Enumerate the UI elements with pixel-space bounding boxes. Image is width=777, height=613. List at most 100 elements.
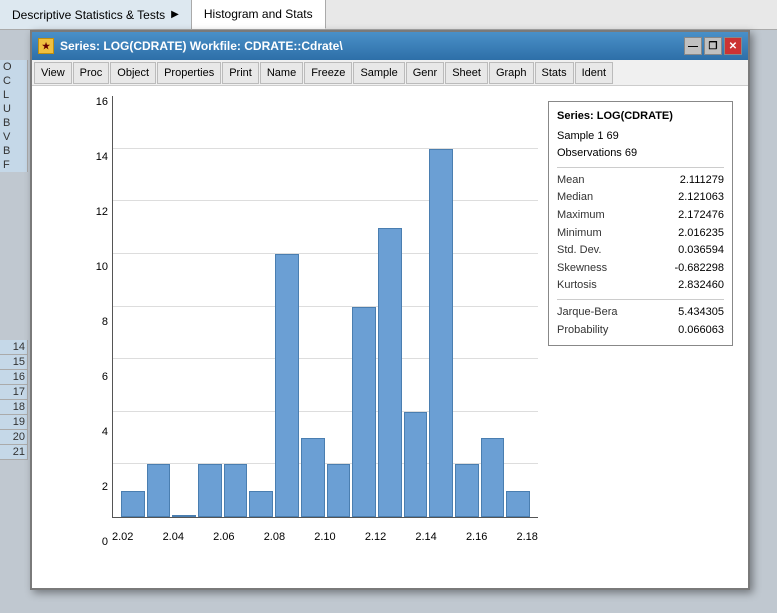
stats-value-mean: 2.111279 [680,172,724,190]
toolbar-ident[interactable]: Ident [575,62,613,84]
stats-value-maximum: 2.172476 [678,207,724,225]
x-label-4: 2.10 [314,531,335,543]
bar-14 [481,438,505,517]
bg-item-b2: B [0,144,27,158]
bar-15 [506,491,530,517]
bar-4 [224,464,248,517]
bar-7 [301,438,325,517]
y-label-14: 14 [96,151,108,163]
y-axis: 0 2 4 6 8 10 12 14 16 [77,96,112,548]
toolbar-properties[interactable]: Properties [157,62,221,84]
stats-label-median: Median [557,189,593,207]
stats-row-mean: Mean 2.111279 [557,172,724,190]
window-title: Series: LOG(CDRATE) Workfile: CDRATE::Cd… [60,39,678,53]
stats-sample-label: Sample 1 69 [557,128,724,146]
x-label-6: 2.14 [415,531,436,543]
toolbar-sheet[interactable]: Sheet [445,62,488,84]
row-num-17: 17 [0,385,27,400]
top-menu-bar: Descriptive Statistics & Tests ▶ Histogr… [0,0,777,30]
bar-1 [147,464,171,517]
stats-value-median: 2.121063 [678,189,724,207]
y-label-8: 8 [102,316,108,328]
stats-row-median: Median 2.121063 [557,189,724,207]
toolbar-print[interactable]: Print [222,62,259,84]
x-label-5: 2.12 [365,531,386,543]
row-num-14: 14 [0,340,27,355]
stats-label-minimum: Minimum [557,225,602,243]
stats-value-skewness: -0.682298 [674,260,724,278]
stats-label-stddev: Std. Dev. [557,242,601,260]
row-num-15: 15 [0,355,27,370]
minimize-button[interactable]: — [684,37,702,55]
stats-value-minimum: 2.016235 [678,225,724,243]
stats-row-stddev: Std. Dev. 0.036594 [557,242,724,260]
stats-row-kurtosis: Kurtosis 2.832460 [557,277,724,295]
stats-label-mean: Mean [557,172,585,190]
bars-container [113,96,538,517]
y-label-16: 16 [96,96,108,108]
y-label-0: 0 [102,536,108,548]
x-axis: 2.02 2.04 2.06 2.08 2.10 2.12 2.14 2.16 … [112,531,538,543]
stats-value-kurtosis: 2.832460 [678,277,724,295]
row-num-20: 20 [0,430,27,445]
row-num-18: 18 [0,400,27,415]
x-label-7: 2.16 [466,531,487,543]
y-label-12: 12 [96,206,108,218]
stats-divider-1 [557,167,724,168]
close-button[interactable]: ✕ [724,37,742,55]
y-label-6: 6 [102,371,108,383]
stats-label-maximum: Maximum [557,207,605,225]
toolbar-freeze[interactable]: Freeze [304,62,352,84]
window-titlebar: ★ Series: LOG(CDRATE) Workfile: CDRATE::… [32,32,748,60]
stats-row-maximum: Maximum 2.172476 [557,207,724,225]
stats-divider-2 [557,299,724,300]
toolbar-object[interactable]: Object [110,62,156,84]
stats-row-minimum: Minimum 2.016235 [557,225,724,243]
toolbar-genr[interactable]: Genr [406,62,444,84]
bar-9 [352,307,376,518]
toolbar-proc[interactable]: Proc [73,62,110,84]
bg-item-f: F [0,158,27,172]
bar-8 [327,464,351,517]
bar-12 [429,149,453,517]
row-num-19: 19 [0,415,27,430]
bg-item-l: L [0,88,27,102]
restore-button[interactable]: ❐ [704,37,722,55]
toolbar-view[interactable]: View [34,62,72,84]
stats-value-stddev: 0.036594 [678,242,724,260]
menu-tab-descriptive[interactable]: Descriptive Statistics & Tests ▶ [0,0,192,29]
chart-container: 0 2 4 6 8 10 12 14 16 [32,86,748,588]
stats-label-skewness: Skewness [557,260,607,278]
bar-3 [198,464,222,517]
bg-item-u: U [0,102,27,116]
bar-2 [172,515,196,517]
menu-tab-histogram[interactable]: Histogram and Stats [192,0,326,29]
y-label-2: 2 [102,481,108,493]
stats-label-jarque: Jarque-Bera [557,304,618,322]
x-label-8: 2.18 [517,531,538,543]
y-label-4: 4 [102,426,108,438]
row-num-21: 21 [0,445,27,460]
stats-value-jarque: 5.434305 [678,304,724,322]
toolbar-stats[interactable]: Stats [535,62,574,84]
window-controls: — ❐ ✕ [684,37,742,55]
stats-row-skewness: Skewness -0.682298 [557,260,724,278]
menu-tab-descriptive-arrow: ▶ [171,9,179,20]
toolbar-graph[interactable]: Graph [489,62,534,84]
y-label-10: 10 [96,261,108,273]
bg-item-c: C [0,74,27,88]
x-label-1: 2.04 [163,531,184,543]
stats-series-label: Series: LOG(CDRATE) [557,108,724,126]
series-window: ★ Series: LOG(CDRATE) Workfile: CDRATE::… [30,30,750,590]
row-num-16: 16 [0,370,27,385]
chart-inner: 0 2 4 6 8 10 12 14 16 [77,96,738,548]
toolbar-name[interactable]: Name [260,62,303,84]
toolbar-sample[interactable]: Sample [353,62,404,84]
menu-tab-histogram-label: Histogram and Stats [204,7,313,21]
bar-5 [249,491,273,517]
stats-row-probability: Probability 0.066063 [557,322,724,340]
bar-11 [404,412,428,517]
bar-6 [275,254,299,517]
stats-panel: Series: LOG(CDRATE) Sample 1 69 Observat… [548,101,733,346]
bg-item-b: B [0,116,27,130]
